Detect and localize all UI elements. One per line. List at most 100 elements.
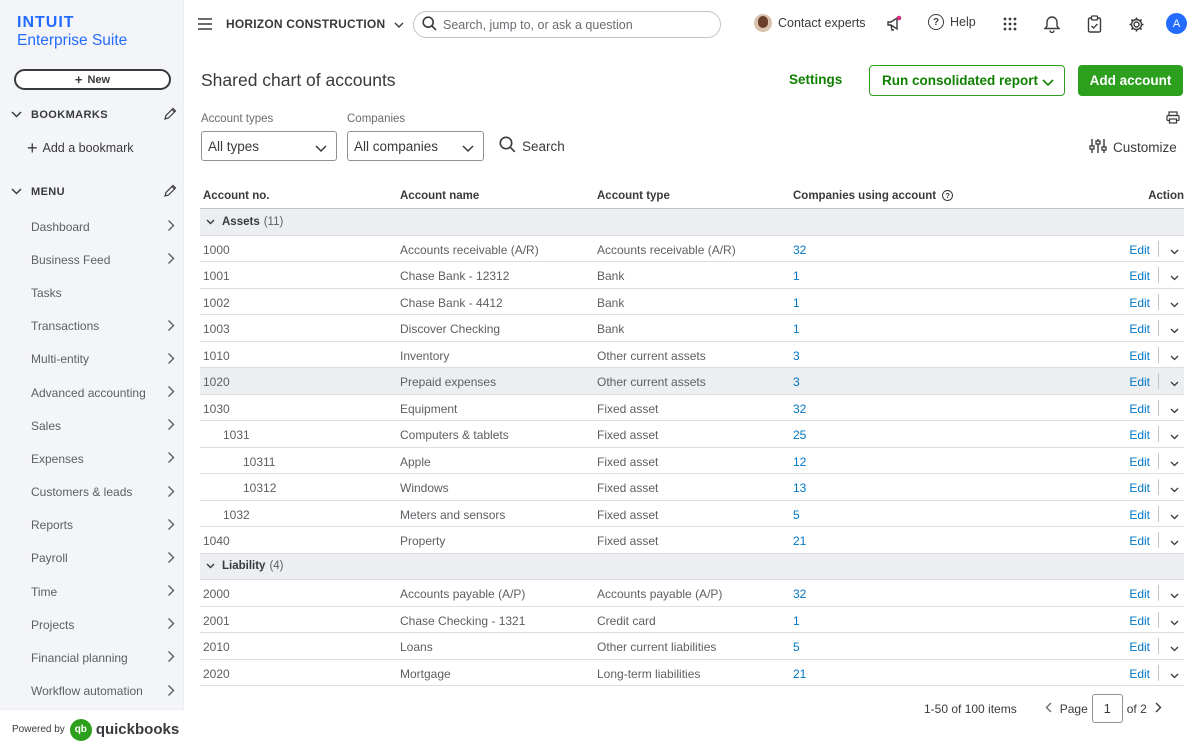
table-row[interactable]: 1031 Computers & tablets Fixed asset 25 Edit <box>200 421 1184 448</box>
group-row-liability[interactable]: Liability (4) <box>200 553 1184 580</box>
contact-experts-button[interactable]: Contact experts <box>754 14 866 32</box>
chevron-down-icon[interactable] <box>1170 429 1179 443</box>
companies-count-link[interactable]: 21 <box>793 667 806 681</box>
companies-select[interactable]: All companies <box>347 131 484 161</box>
edit-link[interactable]: Edit <box>1129 455 1150 469</box>
table-row[interactable]: 1030 Equipment Fixed asset 32 Edit <box>200 395 1184 421</box>
table-row[interactable]: 1020 Prepaid expenses Other current assets… <box>200 368 1184 395</box>
next-page-chevron-right-icon[interactable] <box>1155 702 1162 716</box>
announcements-icon[interactable] <box>884 14 904 34</box>
chevron-down-icon[interactable] <box>1170 297 1179 311</box>
global-search-input[interactable]: Search, jump to, or ask a question <box>413 11 721 38</box>
chevron-down-icon[interactable] <box>1170 615 1179 629</box>
chevron-down-icon[interactable] <box>1170 482 1179 496</box>
edit-link[interactable]: Edit <box>1129 269 1150 283</box>
notifications-bell-icon[interactable] <box>1042 14 1062 34</box>
sidebar-item-financial-planning[interactable]: Financial planning <box>0 641 184 674</box>
settings-link[interactable]: Settings <box>789 72 842 87</box>
chevron-down-icon[interactable] <box>1170 323 1179 337</box>
hamburger-menu-icon[interactable] <box>198 17 212 35</box>
customize-button[interactable]: Customize <box>1089 138 1177 157</box>
menu-header[interactable]: MENU <box>11 184 177 201</box>
edit-link[interactable]: Edit <box>1129 243 1150 257</box>
chevron-down-icon[interactable] <box>1170 403 1179 417</box>
companies-count-link[interactable]: 3 <box>793 375 800 389</box>
chevron-down-icon[interactable] <box>1170 668 1179 682</box>
edit-link[interactable]: Edit <box>1129 640 1150 654</box>
edit-link[interactable]: Edit <box>1129 614 1150 628</box>
companies-count-link[interactable]: 1 <box>793 296 800 310</box>
companies-count-link[interactable]: 12 <box>793 455 806 469</box>
edit-link[interactable]: Edit <box>1129 296 1150 310</box>
table-search-button[interactable]: Search <box>499 136 565 156</box>
table-row[interactable]: 10311 Apple Fixed asset 12 Edit <box>200 448 1184 474</box>
tasks-clipboard-icon[interactable] <box>1084 14 1104 34</box>
sidebar-item-workflow-automation[interactable]: Workflow automation <box>0 675 184 708</box>
account-types-select[interactable]: All types <box>201 131 337 161</box>
sidebar-item-business-feed[interactable]: Business Feed <box>0 243 184 276</box>
run-consolidated-report-button[interactable]: Run consolidated report <box>869 65 1065 96</box>
chevron-down-icon[interactable] <box>1170 535 1179 549</box>
edit-link[interactable]: Edit <box>1129 481 1150 495</box>
header-account-name[interactable]: Account name <box>400 190 479 202</box>
new-button[interactable]: + New <box>14 69 171 90</box>
chevron-down-icon[interactable] <box>1170 588 1179 602</box>
companies-count-link[interactable]: 25 <box>793 428 806 442</box>
sidebar-item-advanced-accounting[interactable]: Advanced accounting <box>0 376 184 409</box>
sidebar-item-customers-leads[interactable]: Customers & leads <box>0 476 184 509</box>
table-row[interactable]: 10312 Windows Fixed asset 13 Edit <box>200 474 1184 501</box>
chevron-down-icon[interactable] <box>1170 456 1179 470</box>
table-row[interactable]: 1010 Inventory Other current assets 3 Edit <box>200 342 1184 368</box>
table-row[interactable]: 2010 Loans Other current liabilities 5 Edit <box>200 633 1184 660</box>
add-account-button[interactable]: Add account <box>1078 65 1183 96</box>
sidebar-item-sales[interactable]: Sales <box>0 409 184 442</box>
intuit-logo[interactable]: INTUIT Enterprise Suite <box>17 14 127 50</box>
companies-count-link[interactable]: 13 <box>793 481 806 495</box>
companies-count-link[interactable]: 5 <box>793 640 800 654</box>
edit-bookmarks-pencil-icon[interactable] <box>163 107 177 124</box>
table-row[interactable]: 1032 Meters and sensors Fixed asset 5 Edit <box>200 501 1184 527</box>
table-row[interactable]: 1000 Accounts receivable (A/R) Accounts re… <box>200 236 1184 262</box>
header-account-no[interactable]: Account no. <box>203 190 269 202</box>
page-number-input[interactable]: 1 <box>1091 694 1123 723</box>
table-row[interactable]: 1003 Discover Checking Bank 1 Edit <box>200 315 1184 342</box>
edit-link[interactable]: Edit <box>1129 428 1150 442</box>
edit-menu-pencil-icon[interactable] <box>163 184 177 201</box>
edit-link[interactable]: Edit <box>1129 587 1150 601</box>
table-row[interactable]: 2020 Mortgage Long-term liabilities 21 Edit <box>200 660 1184 686</box>
edit-link[interactable]: Edit <box>1129 349 1150 363</box>
info-icon[interactable]: ? <box>942 190 954 201</box>
table-row[interactable]: 1040 Property Fixed asset 21 Edit <box>200 527 1184 554</box>
companies-count-link[interactable]: 32 <box>793 587 806 601</box>
chevron-down-icon[interactable] <box>1170 376 1179 390</box>
group-row-assets[interactable]: Assets (11) <box>200 209 1184 236</box>
chevron-down-icon[interactable] <box>1170 509 1179 523</box>
companies-count-link[interactable]: 32 <box>793 243 806 257</box>
edit-link[interactable]: Edit <box>1129 402 1150 416</box>
sidebar-item-expenses[interactable]: Expenses <box>0 442 184 475</box>
chevron-down-icon[interactable] <box>1170 270 1179 284</box>
table-row[interactable]: 2000 Accounts payable (A/P) Accounts payab… <box>200 580 1184 607</box>
sidebar-item-reports[interactable]: Reports <box>0 509 184 542</box>
companies-count-link[interactable]: 1 <box>793 269 800 283</box>
edit-link[interactable]: Edit <box>1129 667 1150 681</box>
companies-count-link[interactable]: 5 <box>793 508 800 522</box>
companies-count-link[interactable]: 1 <box>793 614 800 628</box>
sidebar-item-tasks[interactable]: Tasks <box>0 276 184 309</box>
edit-link[interactable]: Edit <box>1129 375 1150 389</box>
edit-link[interactable]: Edit <box>1129 322 1150 336</box>
companies-count-link[interactable]: 21 <box>793 534 806 548</box>
sidebar-item-payroll[interactable]: Payroll <box>0 542 184 575</box>
sidebar-item-multi-entity[interactable]: Multi-entity <box>0 343 184 376</box>
header-companies[interactable]: Companies using account ? <box>793 190 954 202</box>
print-icon[interactable] <box>1166 111 1180 129</box>
add-bookmark-link[interactable]: + Add a bookmark <box>27 139 134 157</box>
table-row[interactable]: 2001 Chase Checking - 1321 Credit card 1 Edi… <box>200 607 1184 633</box>
sidebar-item-time[interactable]: Time <box>0 575 184 608</box>
companies-count-link[interactable]: 1 <box>793 322 800 336</box>
chevron-down-icon[interactable] <box>1170 641 1179 655</box>
sidebar-item-projects[interactable]: Projects <box>0 608 184 641</box>
companies-count-link[interactable]: 3 <box>793 349 800 363</box>
companies-count-link[interactable]: 32 <box>793 402 806 416</box>
help-button[interactable]: ? Help <box>928 14 976 30</box>
